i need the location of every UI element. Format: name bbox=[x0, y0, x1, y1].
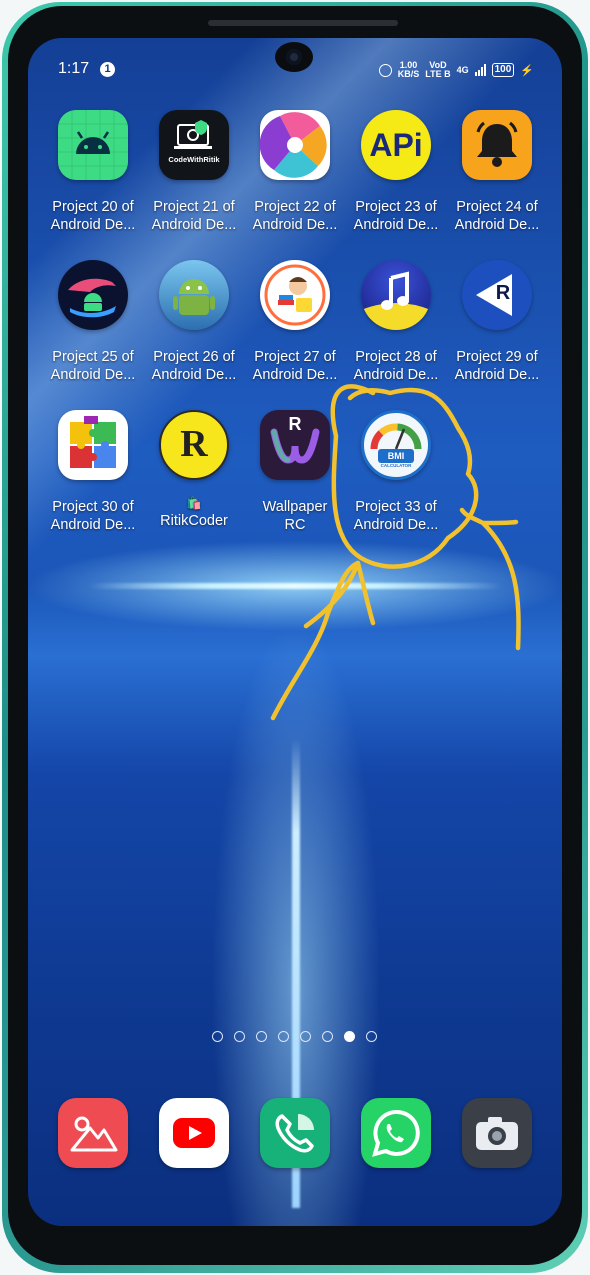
status-icons: 1.00 KB/S VoD LTE B 4G 100 ⚡ bbox=[378, 60, 534, 80]
bmi-calculator-icon: BMI CALCULATOR bbox=[361, 410, 431, 480]
app-label: Project 28 of Android De... bbox=[353, 349, 439, 383]
kid-books-icon bbox=[260, 260, 330, 330]
page-dot[interactable] bbox=[256, 1031, 267, 1042]
codewithritik-text: CodeWithRitik bbox=[168, 155, 220, 164]
app-label: 🛍️ RitikCoder bbox=[160, 496, 228, 529]
app-project-20[interactable]: Project 20 of Android De... bbox=[43, 110, 143, 234]
notification-badge: 1 bbox=[100, 62, 115, 77]
app-label: Project 25 of Android De... bbox=[50, 349, 136, 383]
alarm-icon bbox=[378, 63, 392, 77]
page-dot[interactable] bbox=[322, 1031, 333, 1042]
app-project-27[interactable]: Project 27 of Android De... bbox=[245, 260, 345, 384]
network-speed: 1.00 KB/S bbox=[398, 61, 420, 79]
page-dot[interactable] bbox=[300, 1031, 311, 1042]
battery-icon: 100 bbox=[491, 63, 515, 77]
shopping-icon: 🛍️ bbox=[186, 496, 202, 510]
page-dot[interactable] bbox=[366, 1031, 377, 1042]
network-type: 4G bbox=[456, 65, 469, 75]
app-project-33[interactable]: BMI CALCULATOR Project 33 of Android De..… bbox=[346, 410, 446, 534]
app-project-24[interactable]: Project 24 of Android De... bbox=[447, 110, 547, 234]
ritikcoder-letter: R bbox=[180, 423, 208, 465]
app-project-28[interactable]: Project 28 of Android De... bbox=[346, 260, 446, 384]
app-label: Wallpaper RC bbox=[262, 499, 328, 533]
android-icon bbox=[58, 110, 128, 180]
dock-phone[interactable] bbox=[245, 1098, 345, 1168]
dock-gallery[interactable] bbox=[43, 1098, 143, 1168]
app-label: Project 23 of Android De... bbox=[353, 199, 439, 233]
bmi-text: BMI bbox=[387, 451, 405, 461]
page-indicator[interactable] bbox=[212, 1031, 377, 1042]
page-dot-active[interactable] bbox=[344, 1031, 355, 1042]
app-project-26[interactable]: Project 26 of Android De... bbox=[144, 260, 244, 384]
volte-indicator: VoD LTE B bbox=[425, 61, 450, 79]
gallery-icon bbox=[58, 1098, 128, 1168]
charging-icon: ⚡ bbox=[520, 64, 534, 77]
app-project-23[interactable]: APi Project 23 of Android De... bbox=[346, 110, 446, 234]
speed-unit: KB/S bbox=[397, 69, 420, 79]
app-project-25[interactable]: Project 25 of Android De... bbox=[43, 260, 143, 384]
signal-icon bbox=[474, 64, 486, 76]
hand-android-icon bbox=[58, 260, 128, 330]
codewithritik-icon: CodeWithRitik bbox=[159, 110, 229, 180]
camera-icon bbox=[462, 1098, 532, 1168]
api-icon: APi bbox=[361, 110, 431, 180]
status-time: 1:17 bbox=[58, 60, 90, 77]
app-wallpaper-rc[interactable]: R Wallpaper RC bbox=[245, 410, 345, 534]
home-screen[interactable]: 1:17 1 1.00 KB/S VoD LTE B 4G 100 ⚡ Proj… bbox=[28, 38, 562, 1226]
app-project-22[interactable]: Project 22 of Android De... bbox=[245, 110, 345, 234]
wallpaper-rc-icon: R bbox=[260, 410, 330, 480]
phone-icon bbox=[260, 1098, 330, 1168]
app-project-21[interactable]: CodeWithRitik Project 21 of Android De... bbox=[144, 110, 244, 234]
app-label: Project 33 of Android De... bbox=[353, 499, 439, 533]
wallpaper-rc-letter: R bbox=[288, 414, 302, 434]
ritikcoder-icon: R bbox=[159, 410, 229, 480]
puzzle-icon bbox=[58, 410, 128, 480]
dock-whatsapp[interactable] bbox=[346, 1098, 446, 1168]
page-dot[interactable] bbox=[234, 1031, 245, 1042]
music-note-icon bbox=[361, 260, 431, 330]
app-label: Project 22 of Android De... bbox=[252, 199, 338, 233]
dock-youtube[interactable] bbox=[144, 1098, 244, 1168]
app-label: Project 21 of Android De... bbox=[151, 199, 237, 233]
app-project-30[interactable]: Project 30 of Android De... bbox=[43, 410, 143, 534]
dock-camera[interactable] bbox=[447, 1098, 547, 1168]
bmi-subtext: CALCULATOR bbox=[380, 463, 412, 468]
app-label: Project 20 of Android De... bbox=[50, 199, 136, 233]
status-bar[interactable]: 1:17 1 1.00 KB/S VoD LTE B 4G 100 ⚡ bbox=[28, 58, 562, 82]
app-label: Project 30 of Android De... bbox=[50, 499, 136, 533]
app-ritikcoder[interactable]: R 🛍️ RitikCoder bbox=[144, 410, 244, 530]
android-3d-icon bbox=[159, 260, 229, 330]
youtube-icon bbox=[159, 1098, 229, 1168]
app-project-29[interactable]: R Project 29 of Android De... bbox=[447, 260, 547, 384]
pinwheel-icon bbox=[260, 110, 330, 180]
whatsapp-icon bbox=[361, 1098, 431, 1168]
api-text: APi bbox=[369, 127, 423, 163]
r-letter: R bbox=[495, 282, 511, 304]
bell-icon bbox=[462, 110, 532, 180]
app-label: Project 29 of Android De... bbox=[454, 349, 540, 383]
page-dot[interactable] bbox=[212, 1031, 223, 1042]
app-label: Project 24 of Android De... bbox=[454, 199, 540, 233]
volte-bottom: LTE B bbox=[425, 69, 451, 79]
wallpaper-light-horizontal bbox=[88, 583, 502, 589]
r-play-icon: R bbox=[462, 260, 532, 330]
app-label: Project 27 of Android De... bbox=[252, 349, 338, 383]
page-dot[interactable] bbox=[278, 1031, 289, 1042]
app-label: Project 26 of Android De... bbox=[151, 349, 237, 383]
earpiece-speaker bbox=[208, 20, 398, 26]
